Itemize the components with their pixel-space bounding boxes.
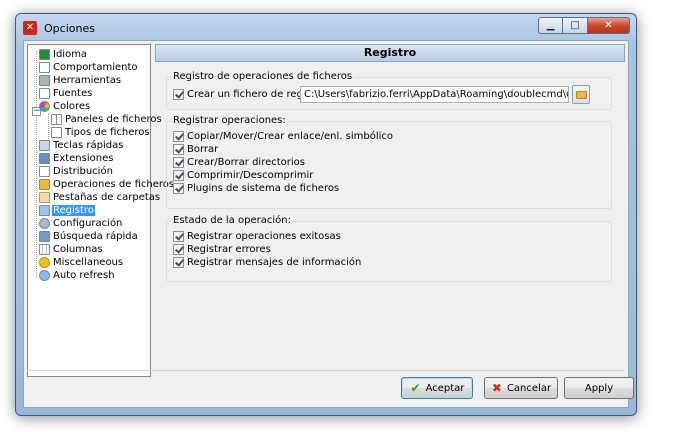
status-group-title: Estado de la operación: [171,215,293,226]
checkmark-icon: ✔ [410,381,421,395]
smiley-icon [39,256,50,268]
font-icon [39,87,50,99]
keyboard-icon [39,139,50,151]
log-compress-checkbox[interactable]: Comprimir/Descomprimir [173,170,313,181]
checkbox-checked-icon [173,157,184,168]
document-icon [51,126,62,138]
plugin-icon [39,152,50,164]
tree-item-distribucion[interactable]: Distribución [39,165,114,177]
tree-item-herramientas[interactable]: Herramientas [39,74,122,86]
layout-icon [39,165,50,177]
color-wheel-icon [39,100,50,112]
log-errors-checkbox[interactable]: Registrar errores [173,244,271,255]
tree-item-configuracion[interactable]: Configuración [39,217,123,229]
gear-icon [39,217,50,229]
dialog-client: − Idioma Comportamiento Herramientas Fue… [23,40,634,408]
log-directories-checkbox[interactable]: Crear/Borrar directorios [173,157,305,168]
checkbox-checked-icon [173,131,184,142]
minimize-button[interactable]: ▁ [538,17,563,34]
folder-icon [576,91,587,99]
cancel-button[interactable]: ✖ Cancelar [484,377,558,399]
operations-group: Registrar operaciones: Copiar/Mover/Crea… [166,115,612,209]
options-window: ✕ Opciones ▁ □ ✕ − Idioma Comportamiento… [15,13,637,416]
accept-button[interactable]: ✔ Aceptar [401,377,473,399]
flag-icon [39,48,50,60]
log-icon [39,204,50,216]
button-bar: ✔ Aceptar ✖ Cancelar Apply [27,370,634,404]
checkbox-checked-icon [173,257,184,268]
tree-item-registro[interactable]: Registro [39,204,95,216]
tree-item-busqueda-rapida[interactable]: Búsqueda rápida [39,230,139,242]
tree-item-extensiones[interactable]: Extensiones [39,152,114,164]
maximize-button[interactable]: □ [563,17,588,34]
cancel-icon: ✖ [491,381,502,395]
registro-panel: Registro Registro de operaciones de fich… [155,44,625,377]
panels-icon [51,113,62,125]
options-tree[interactable]: − Idioma Comportamiento Herramientas Fue… [27,44,174,377]
tree-item-paneles-de-ficheros[interactable]: Paneles de ficheros [51,113,163,125]
checkbox-checked-icon [173,89,184,100]
log-path-input[interactable]: C:\Users\fabrizio.ferri\AppData\Roaming\… [300,86,569,103]
tree-connector [36,51,37,277]
checkbox-checked-icon [173,231,184,242]
checkbox-checked-icon [173,144,184,155]
browse-folder-button[interactable] [572,85,590,104]
refresh-icon [39,269,50,281]
log-info-checkbox[interactable]: Registrar mensajes de información [173,257,361,268]
search-icon [39,230,50,242]
minimize-icon: ▁ [546,20,555,31]
checkbox-checked-icon [173,244,184,255]
tree-item-tipos-de-ficheros[interactable]: Tipos de ficheros [51,126,151,138]
checkbox-checked-icon [173,183,184,194]
tree-item-comportamiento[interactable]: Comportamiento [39,61,139,73]
close-icon: ✕ [604,20,613,31]
checkbox-checked-icon [173,170,184,181]
title-bar[interactable]: ✕ Opciones ▁ □ ✕ [16,14,636,40]
operations-group-title: Registrar operaciones: [171,115,288,126]
columns-icon [39,243,50,255]
log-success-checkbox[interactable]: Registrar operaciones exitosas [173,231,341,242]
file-log-group-title: Registro de operaciones de ficheros [171,71,355,82]
tools-icon [39,74,50,86]
document-icon [39,61,50,73]
log-copy-move-checkbox[interactable]: Copiar/Mover/Crear enlace/enl. simbólico [173,131,393,142]
folder-tabs-icon [39,191,50,203]
tree-item-colores[interactable]: Colores [39,100,91,112]
tree-item-pestanas-de-carpetas[interactable]: Pestañas de carpetas [39,191,161,203]
tree-connector [48,113,49,141]
tree-item-teclas-rapidas[interactable]: Teclas rápidas [39,139,124,151]
close-button[interactable]: ✕ [588,17,630,34]
tree-item-fuentes[interactable]: Fuentes [39,87,93,99]
log-delete-checkbox[interactable]: Borrar [173,144,218,155]
apply-button[interactable]: Apply [564,377,634,399]
tree-item-auto-refresh[interactable]: Auto refresh [39,269,116,281]
status-group: Estado de la operación: Registrar operac… [166,215,612,282]
file-log-group: Registro de operaciones de ficheros Crea… [166,71,612,110]
tree-item-miscellaneous[interactable]: Miscellaneous [39,256,124,268]
app-icon: ✕ [23,21,37,35]
tree-item-columnas[interactable]: Columnas [39,243,104,255]
panel-title: Registro [155,44,625,62]
folder-icon [39,178,50,190]
window-controls: ▁ □ ✕ [538,17,630,34]
log-fs-plugins-checkbox[interactable]: Plugins de sistema de ficheros [173,183,339,194]
tree-item-idioma[interactable]: Idioma [39,48,88,60]
maximize-icon: □ [570,20,580,31]
window-title: Opciones [44,22,95,35]
